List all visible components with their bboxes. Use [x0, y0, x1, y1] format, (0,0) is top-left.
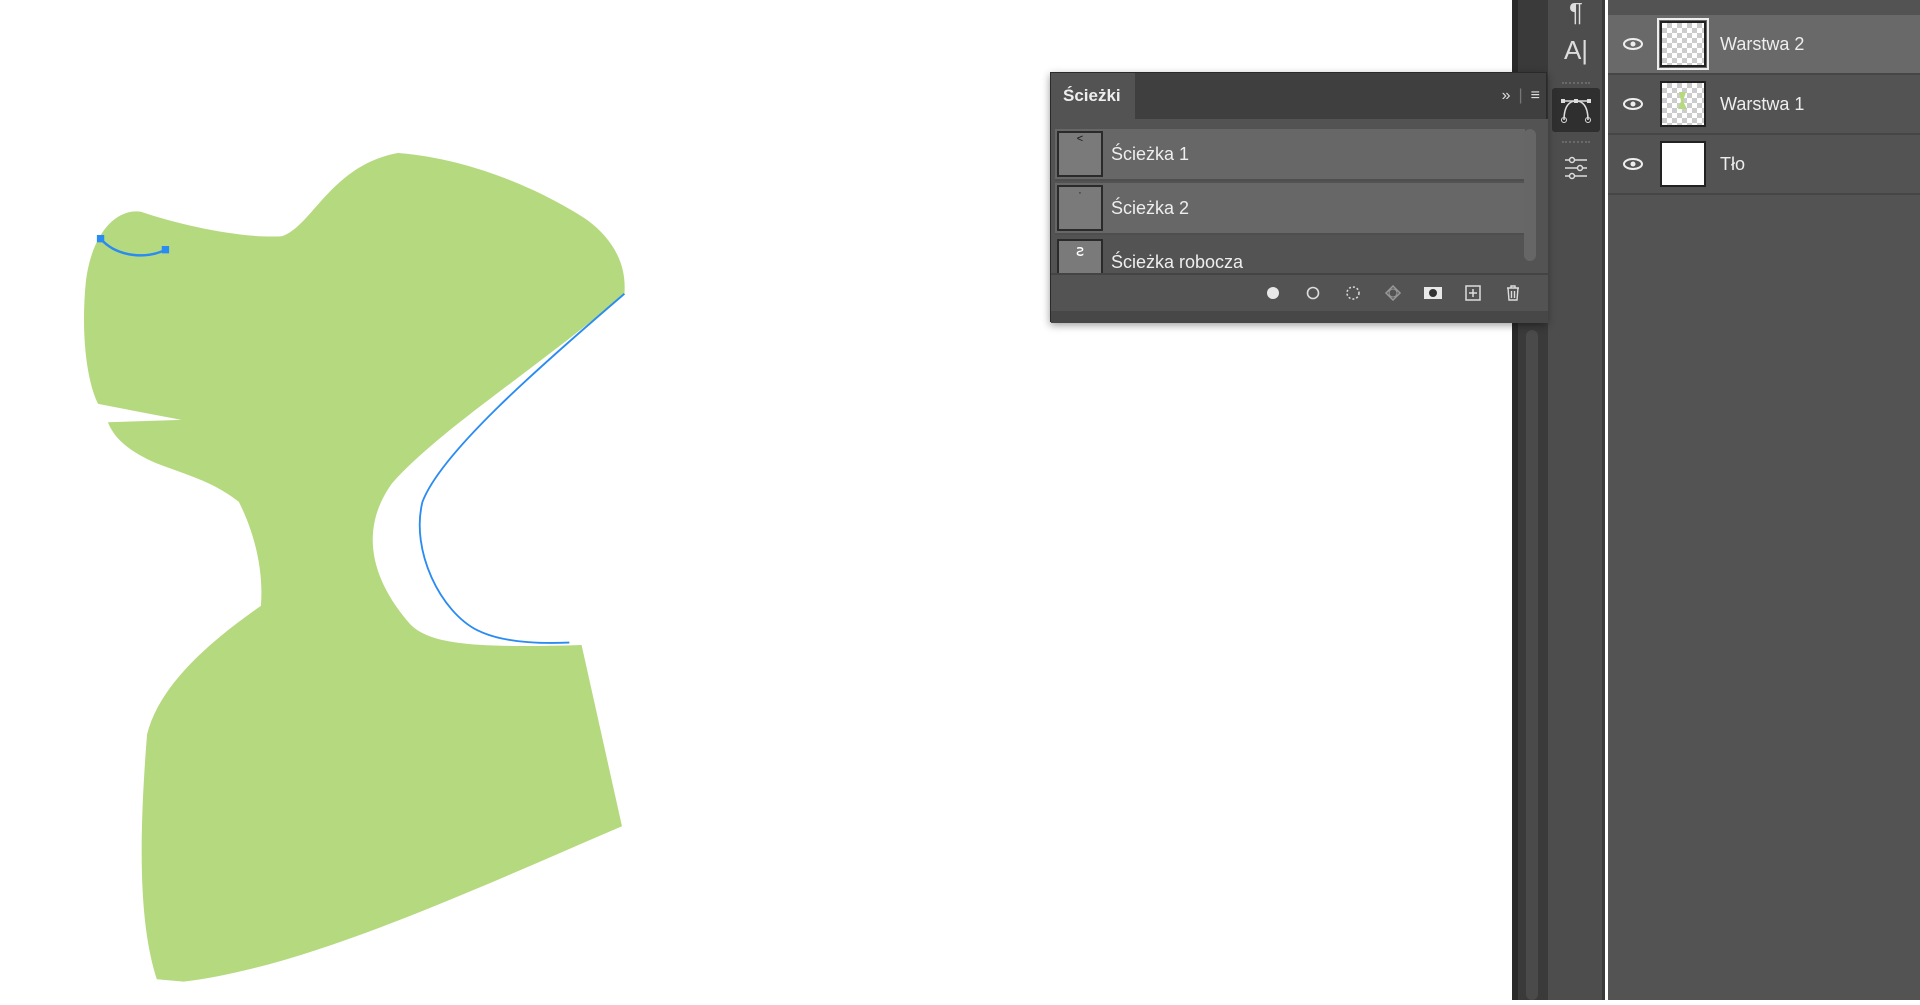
paths-panel: Ścieżki » | ≡ < Ścieżka 1 · Ścieżka 2 ꙅ … — [1050, 72, 1548, 323]
path-item[interactable]: · Ścieżka 2 — [1055, 183, 1525, 235]
adjustments-icon[interactable] — [1552, 146, 1600, 190]
anchor-point[interactable] — [161, 246, 170, 254]
layers-panel: Warstwa 2 Warstwa 1 Tło — [1608, 0, 1920, 1000]
new-path-icon[interactable] — [1462, 282, 1484, 304]
path-item[interactable]: < Ścieżka 1 — [1055, 129, 1525, 181]
paths-icon[interactable] — [1552, 88, 1600, 132]
fill-path-icon[interactable] — [1262, 282, 1284, 304]
character-icon[interactable]: A| — [1552, 28, 1600, 72]
tab-paths[interactable]: Ścieżki — [1051, 73, 1135, 119]
layer-row[interactable]: Tło — [1608, 135, 1920, 195]
layer-row[interactable]: Warstwa 2 — [1608, 15, 1920, 75]
grip-handle[interactable] — [1562, 82, 1590, 86]
layer-thumbnail — [1660, 81, 1706, 127]
trash-icon[interactable] — [1502, 282, 1524, 304]
scrollbar[interactable] — [1526, 330, 1538, 1000]
hamburger-menu-icon[interactable]: ≡ — [1531, 87, 1540, 105]
divider: | — [1518, 87, 1523, 104]
scrollbar[interactable] — [1524, 129, 1536, 261]
eye-icon[interactable] — [1608, 38, 1658, 50]
path-name: Ścieżka 1 — [1111, 143, 1190, 164]
layer-thumbnail — [1660, 141, 1706, 187]
path-thumbnail: ꙅ — [1057, 239, 1103, 273]
path-name: Ścieżka 2 — [1111, 197, 1190, 218]
path-thumbnail: · — [1057, 185, 1103, 231]
stroke-path-icon[interactable] — [1302, 282, 1324, 304]
panel-icon-column: ¶ A| — [1548, 0, 1605, 1000]
path-thumbnail: < — [1057, 131, 1103, 177]
green-shape[interactable] — [83, 152, 625, 982]
load-selection-icon[interactable] — [1342, 282, 1364, 304]
path-name: Ścieżka robocza — [1111, 251, 1244, 272]
grip-handle[interactable] — [1562, 141, 1590, 145]
eye-icon[interactable] — [1608, 98, 1658, 110]
anchor-point[interactable] — [96, 235, 105, 243]
make-work-path-icon[interactable] — [1382, 282, 1404, 304]
eye-icon[interactable] — [1608, 158, 1658, 170]
layer-name: Warstwa 2 — [1720, 33, 1805, 54]
layer-row[interactable]: Warstwa 1 — [1608, 75, 1920, 135]
layer-thumbnail — [1657, 18, 1709, 70]
layer-name: Warstwa 1 — [1720, 93, 1805, 114]
path-item[interactable]: ꙅ Ścieżka robocza — [1055, 237, 1525, 273]
panel-resize-handle[interactable] — [1051, 311, 1548, 323]
add-mask-icon[interactable] — [1422, 282, 1444, 304]
double-chevron-right-icon[interactable]: » — [1502, 87, 1511, 105]
layer-name: Tło — [1720, 153, 1746, 174]
